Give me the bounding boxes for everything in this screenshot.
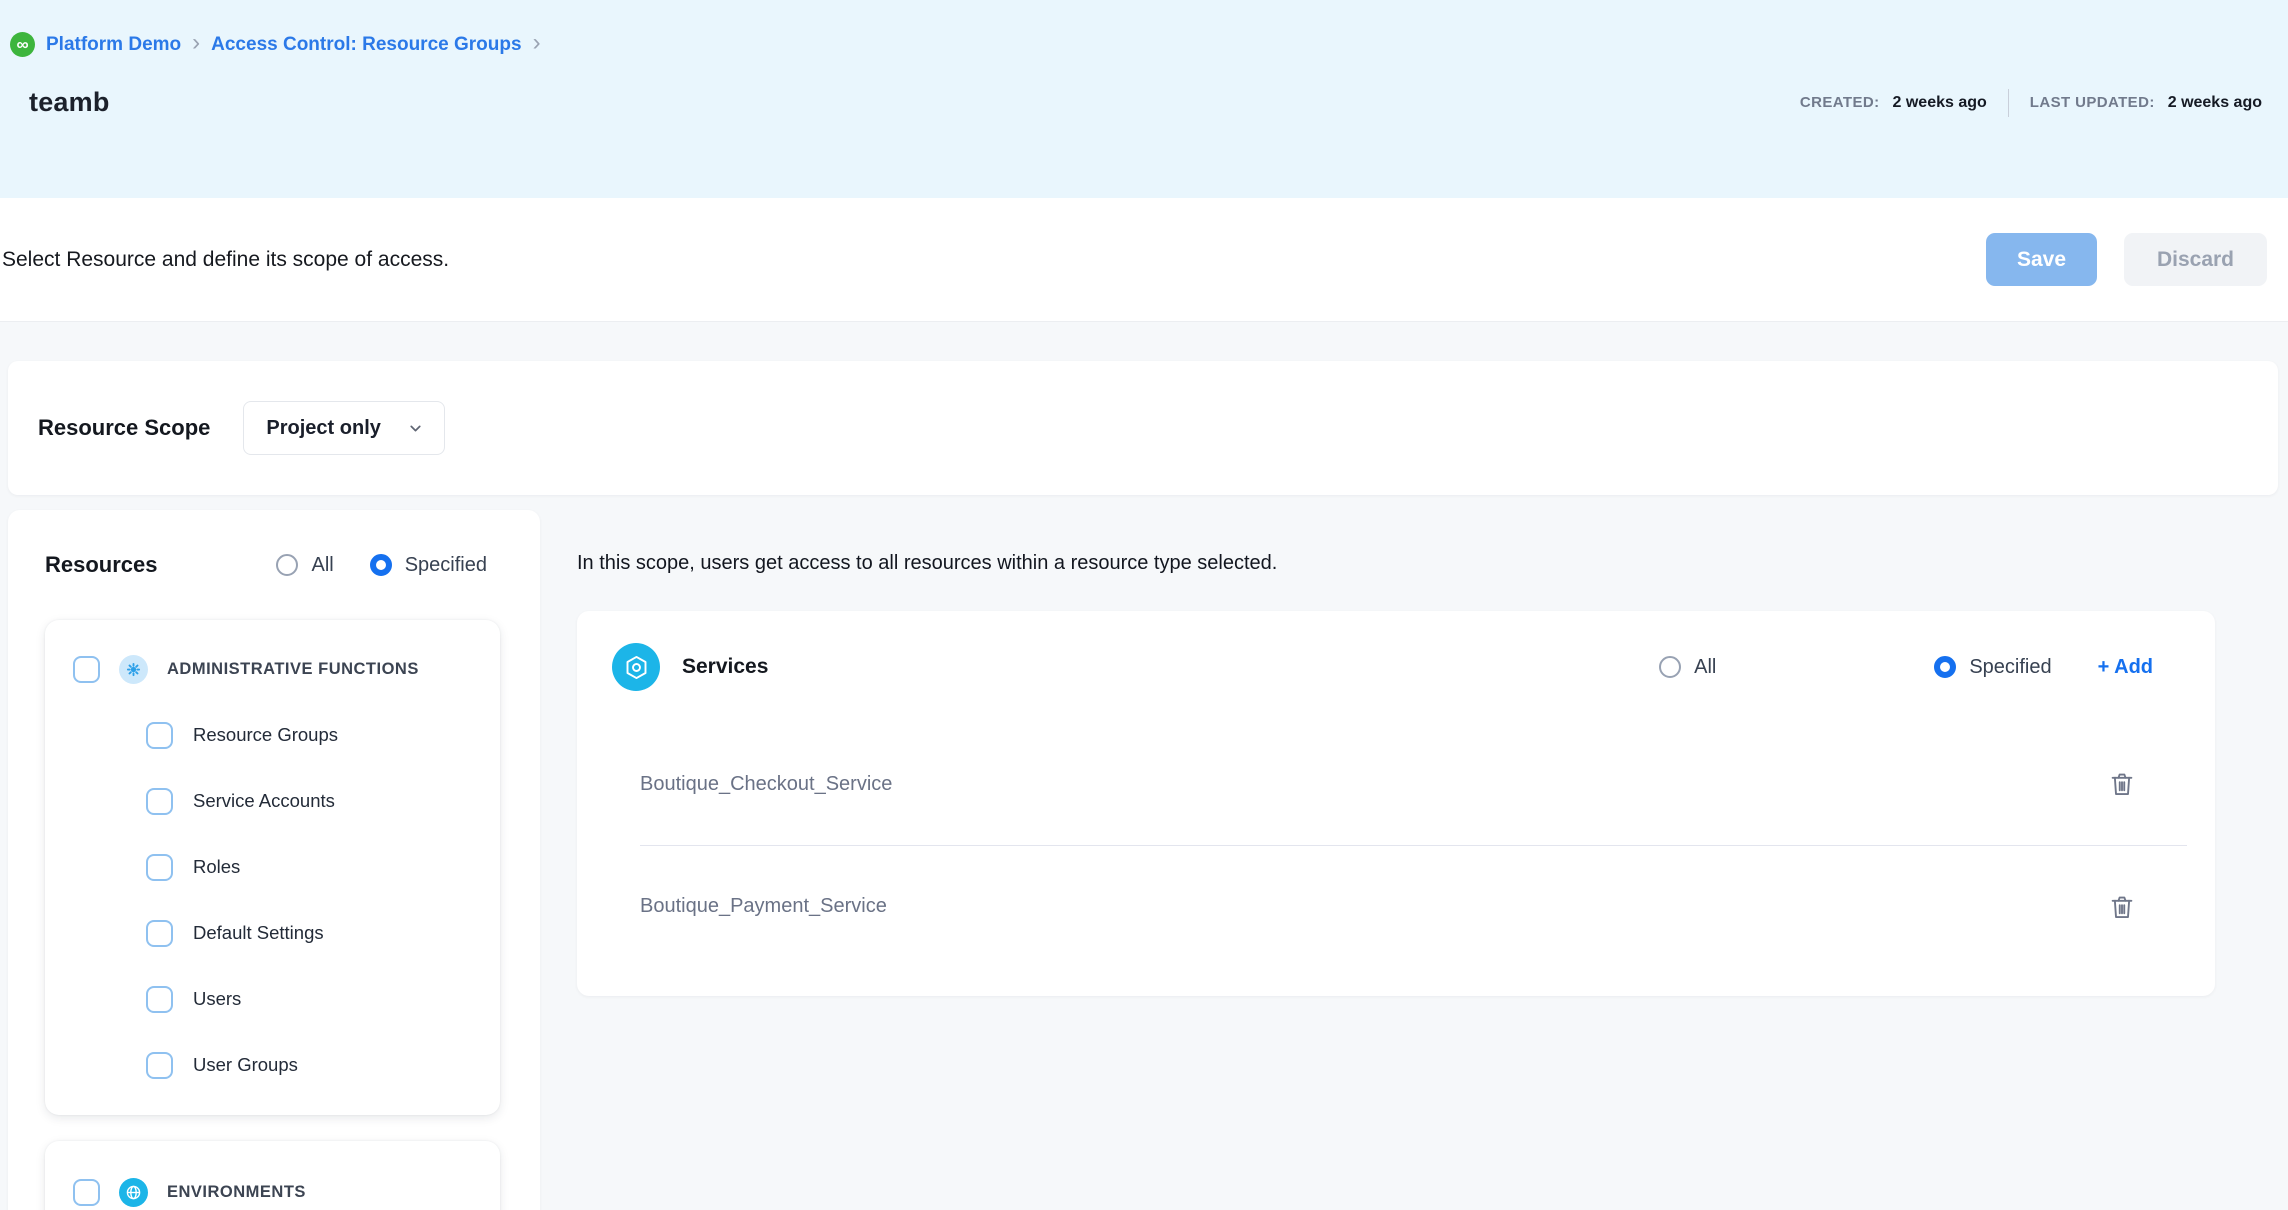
- infinity-icon: ∞: [10, 32, 35, 57]
- toolbar-buttons: Save Discard: [1986, 233, 2267, 286]
- last-updated-label: LAST UPDATED:: [2030, 94, 2155, 111]
- meta-divider: [2008, 89, 2009, 117]
- created-value: 2 weeks ago: [1893, 94, 1987, 112]
- tree-item-label: User Groups: [193, 1054, 298, 1076]
- admin-functions-checkbox[interactable]: [73, 656, 100, 683]
- services-card: Services All Specified + Add: [577, 611, 2215, 996]
- resources-radio-all[interactable]: All: [276, 554, 333, 577]
- radio-unselected-icon[interactable]: [276, 554, 298, 576]
- breadcrumb: ∞ Platform Demo › Access Control: Resour…: [10, 32, 2262, 57]
- tree-item: Roles: [45, 834, 500, 900]
- trash-icon: [2107, 769, 2137, 799]
- delete-service-button[interactable]: [2107, 892, 2137, 922]
- tree-item-label: Roles: [193, 856, 240, 878]
- resources-panel-header: Resources All Specified: [8, 550, 540, 580]
- resources-radio-specified[interactable]: Specified: [370, 554, 487, 577]
- action-toolbar: Select Resource and define its scope of …: [0, 198, 2288, 322]
- resource-scope-label: Resource Scope: [38, 415, 210, 441]
- service-name: Boutique_Checkout_Service: [640, 773, 892, 796]
- service-list-item: Boutique_Payment_Service: [640, 845, 2187, 967]
- services-radio-specified-label: Specified: [1969, 656, 2051, 679]
- page-header: ∞ Platform Demo › Access Control: Resour…: [0, 0, 2288, 198]
- trash-icon: [2107, 892, 2137, 922]
- tree-item-label: Service Accounts: [193, 790, 335, 812]
- services-title: Services: [682, 655, 768, 679]
- scope-description: In this scope, users get access to all r…: [577, 510, 2215, 575]
- user-groups-checkbox[interactable]: [146, 1052, 173, 1079]
- resource-scope-value: Project only: [266, 417, 380, 440]
- services-radio-all[interactable]: All: [1659, 656, 1716, 679]
- resources-radio-group: All Specified: [276, 554, 495, 577]
- page-title: teamb: [29, 87, 110, 118]
- service-accounts-checkbox[interactable]: [146, 788, 173, 815]
- service-name: Boutique_Payment_Service: [640, 895, 887, 918]
- globe-icon: [119, 1178, 148, 1207]
- services-radio-specified[interactable]: Specified: [1934, 656, 2051, 679]
- tree-item: Service Accounts: [45, 768, 500, 834]
- save-button[interactable]: Save: [1986, 233, 2097, 286]
- resources-title: Resources: [45, 552, 158, 578]
- delete-service-button[interactable]: [2107, 769, 2137, 799]
- admin-functions-group-card: ADMINISTRATIVE FUNCTIONS Resource Groups…: [45, 620, 500, 1115]
- gear-icon: [119, 655, 148, 684]
- services-card-header: Services All Specified + Add: [577, 611, 2215, 723]
- radio-unselected-icon[interactable]: [1659, 656, 1681, 678]
- roles-checkbox[interactable]: [146, 854, 173, 881]
- tree-item: User Groups: [45, 1032, 500, 1098]
- tree-group-row: ADMINISTRATIVE FUNCTIONS: [45, 636, 500, 702]
- access-control-page: ∞ Platform Demo › Access Control: Resour…: [0, 0, 2288, 1210]
- tree-item: Default Settings: [45, 900, 500, 966]
- environments-group-card: ENVIRONMENTS: [45, 1141, 500, 1210]
- tree-group-row: ENVIRONMENTS: [45, 1159, 500, 1210]
- tree-group-label: ENVIRONMENTS: [167, 1183, 306, 1202]
- breadcrumb-link-resource-groups[interactable]: Access Control: Resource Groups: [211, 34, 521, 56]
- chevron-down-icon: [407, 420, 424, 437]
- services-radio-all-label: All: [1694, 656, 1716, 679]
- users-checkbox[interactable]: [146, 986, 173, 1013]
- created-label: CREATED:: [1800, 94, 1880, 111]
- resources-radio-all-label: All: [311, 554, 333, 577]
- discard-button[interactable]: Discard: [2124, 233, 2267, 286]
- chevron-right-icon: ›: [533, 31, 541, 55]
- resource-scope-card: Resource Scope Project only: [8, 361, 2278, 495]
- radio-selected-icon[interactable]: [1934, 656, 1956, 678]
- resources-panel: Resources All Specified: [8, 510, 540, 1210]
- logo-glyph: ∞: [16, 36, 28, 53]
- scope-detail-area: In this scope, users get access to all r…: [577, 510, 2215, 996]
- service-list-item: Boutique_Checkout_Service: [640, 723, 2187, 845]
- meta-info: CREATED: 2 weeks ago LAST UPDATED: 2 wee…: [1800, 89, 2262, 117]
- default-settings-checkbox[interactable]: [146, 920, 173, 947]
- tree-item: Resource Groups: [45, 702, 500, 768]
- add-service-button[interactable]: + Add: [2098, 656, 2153, 679]
- resource-groups-checkbox[interactable]: [146, 722, 173, 749]
- resource-scope-dropdown[interactable]: Project only: [243, 401, 445, 455]
- tree-item-label: Default Settings: [193, 922, 324, 944]
- services-list: Boutique_Checkout_Service Boutique_Payme…: [577, 723, 2215, 967]
- page-body: Resource Scope Project only Resources Al…: [0, 322, 2288, 1210]
- tree-group-label: ADMINISTRATIVE FUNCTIONS: [167, 660, 419, 679]
- tree-item: Users: [45, 966, 500, 1032]
- content-row: Resources All Specified: [8, 510, 2278, 1210]
- chevron-right-icon: ›: [192, 31, 200, 55]
- breadcrumb-link-platform-demo[interactable]: Platform Demo: [46, 34, 181, 56]
- radio-selected-icon[interactable]: [370, 554, 392, 576]
- last-updated-value: 2 weeks ago: [2168, 94, 2262, 112]
- resources-radio-specified-label: Specified: [405, 554, 487, 577]
- services-radio-group: All Specified + Add: [1659, 656, 2153, 679]
- tree-item-label: Users: [193, 988, 241, 1010]
- toolbar-description: Select Resource and define its scope of …: [2, 248, 449, 272]
- environments-checkbox[interactable]: [73, 1179, 100, 1206]
- tree-item-label: Resource Groups: [193, 724, 338, 746]
- hexagon-nut-icon: [612, 643, 660, 691]
